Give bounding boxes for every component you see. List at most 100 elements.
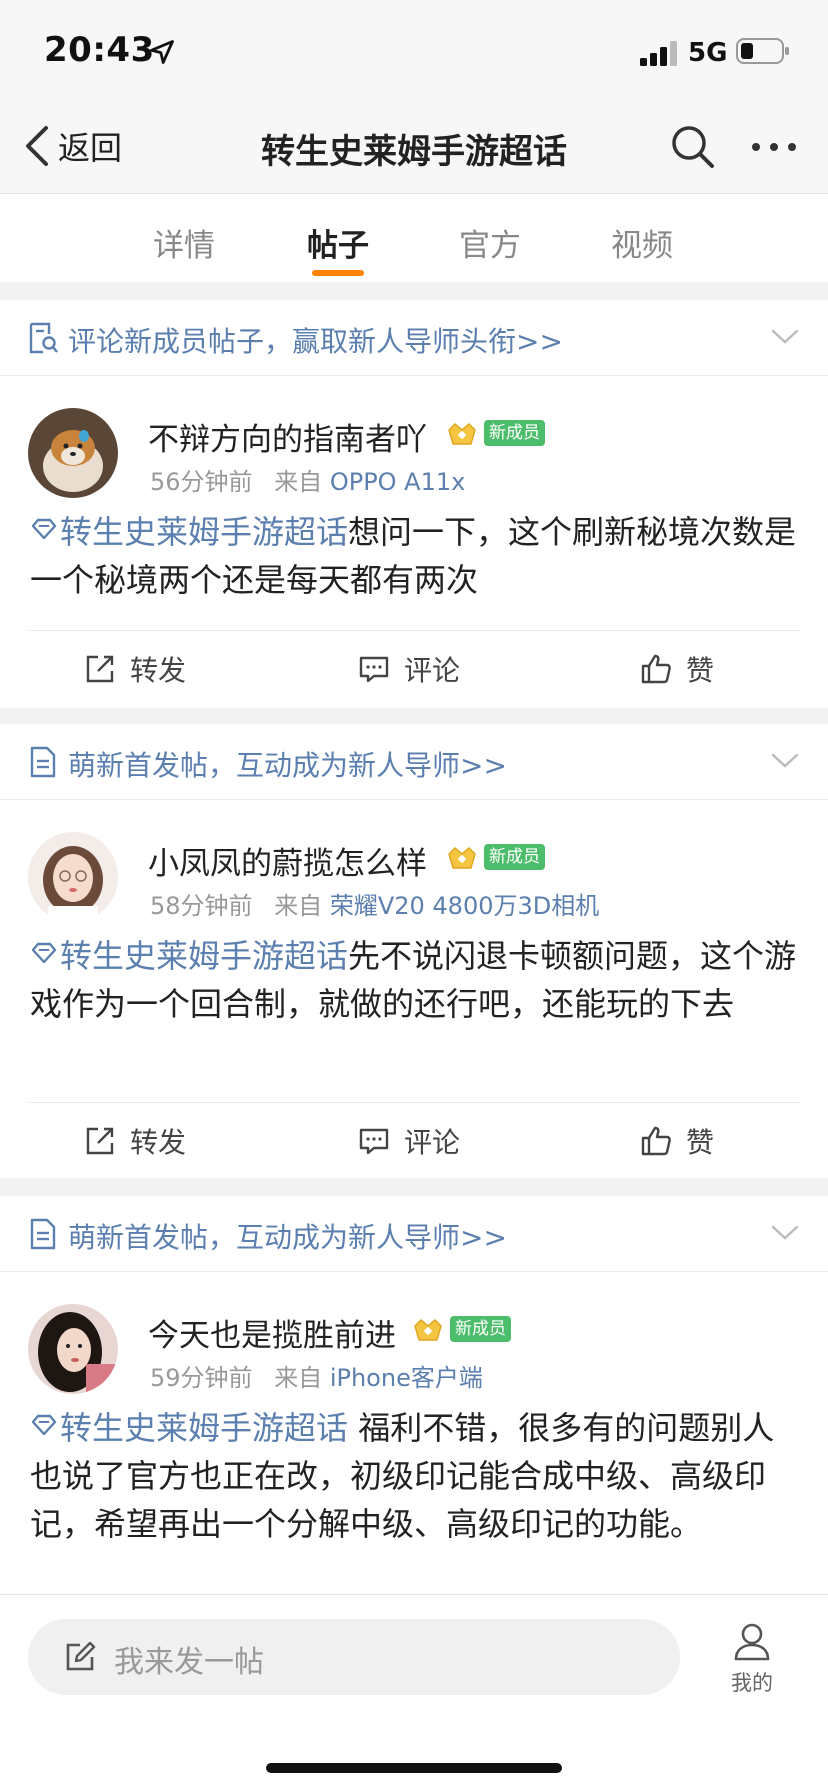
banner-text: 萌新首发帖，互动成为新人导师>> bbox=[68, 1221, 507, 1254]
topic-diamond-icon bbox=[31, 1414, 57, 1436]
new-member-badge: 新成员 bbox=[484, 844, 545, 870]
comment-icon bbox=[359, 656, 389, 683]
post-time: 56分钟前 bbox=[150, 468, 253, 496]
post-banner[interactable]: 萌新首发帖，互动成为新人导师>> bbox=[0, 1196, 828, 1272]
repost-label: 转发 bbox=[130, 1126, 187, 1159]
avatar[interactable] bbox=[28, 1304, 118, 1394]
repost-icon bbox=[86, 655, 114, 683]
tab-bar: 详情 帖子 官方 视频 bbox=[0, 194, 828, 282]
compose-placeholder: 我来发一帖 bbox=[114, 1645, 264, 1680]
compose-post-button[interactable]: 我来发一帖 bbox=[28, 1619, 680, 1695]
network-type: 5G bbox=[688, 38, 728, 68]
topic-name: 转生史莱姆手游超话 bbox=[60, 513, 349, 551]
comment-doc-icon bbox=[29, 322, 58, 354]
avatar[interactable] bbox=[28, 408, 118, 498]
active-tab-indicator bbox=[312, 270, 364, 276]
home-indicator[interactable] bbox=[266, 1763, 562, 1773]
topic-link[interactable]: 转生史莱姆手游超话 bbox=[30, 513, 348, 551]
crown-icon bbox=[448, 422, 476, 445]
topic-name: 转生史莱姆手游超话 bbox=[60, 1409, 349, 1447]
source-prefix: 来自 bbox=[274, 468, 323, 496]
crown-icon bbox=[414, 1318, 442, 1341]
post-content[interactable]: 转生史莱姆手游超话先不说闪退卡顿额问题，这个游戏作为一个回合制，就做的还行吧，还… bbox=[0, 932, 828, 1028]
topic-link[interactable]: 转生史莱姆手游超话 bbox=[30, 1409, 348, 1447]
post-header: 小凤凤的蔚揽怎么样 新成员 58分钟前 来自 荣耀V20 4800万3D相机 bbox=[0, 800, 828, 924]
post-banner[interactable]: 萌新首发帖，互动成为新人导师>> bbox=[0, 724, 828, 800]
chevron-down-icon[interactable] bbox=[770, 748, 800, 772]
post-header: 不辩方向的指南者吖 新成员 56分钟前 来自 OPPO A11x bbox=[0, 376, 828, 500]
post-source[interactable]: iPhone客户端 bbox=[330, 1364, 483, 1392]
comment-icon bbox=[359, 1128, 389, 1155]
thumbs-up-icon bbox=[641, 1126, 671, 1156]
location-arrow-icon bbox=[150, 40, 174, 64]
signal-icon bbox=[640, 41, 677, 66]
user-icon bbox=[734, 1623, 770, 1661]
tab-official[interactable]: 官方 bbox=[440, 220, 540, 265]
girl-avatar-image bbox=[28, 832, 118, 922]
chevron-down-icon[interactable] bbox=[770, 324, 800, 348]
tab-video[interactable]: 视频 bbox=[592, 220, 692, 265]
battery-icon bbox=[736, 38, 789, 64]
post-meta: 56分钟前 来自 OPPO A11x bbox=[150, 462, 465, 497]
edit-icon bbox=[66, 1641, 96, 1671]
post-header: 今天也是揽胜前进 新成员 59分钟前 来自 iPhone客户端 bbox=[0, 1272, 828, 1396]
tab-posts[interactable]: 帖子 bbox=[288, 220, 388, 265]
avatar[interactable] bbox=[28, 832, 118, 922]
more-icon[interactable] bbox=[748, 122, 800, 172]
comment-label: 评论 bbox=[404, 1126, 461, 1159]
topic-diamond-icon bbox=[31, 942, 57, 964]
source-prefix: 来自 bbox=[274, 1364, 323, 1392]
username[interactable]: 小凤凤的蔚揽怎么样 bbox=[148, 838, 427, 883]
like-label: 赞 bbox=[686, 1126, 715, 1159]
post-banner[interactable]: 评论新成员帖子，赢取新人导师头衔>> bbox=[0, 300, 828, 376]
post-time: 58分钟前 bbox=[150, 892, 253, 920]
topic-diamond-icon bbox=[31, 518, 57, 540]
repost-label: 转发 bbox=[130, 654, 187, 687]
thumbs-up-icon bbox=[641, 654, 671, 684]
post-meta: 58分钟前 来自 荣耀V20 4800万3D相机 bbox=[150, 886, 599, 921]
post-content[interactable]: 转生史莱姆手游超话 福利不错，很多有的问题别人也说了官方也正在改，初级印记能合成… bbox=[0, 1404, 828, 1548]
comment-label: 评论 bbox=[404, 654, 461, 687]
post-actions: 转发 评论 赞 bbox=[28, 630, 800, 706]
girl-avatar-image bbox=[28, 1304, 118, 1394]
new-member-badge: 新成员 bbox=[450, 1316, 511, 1342]
banner-text: 萌新首发帖，互动成为新人导师>> bbox=[68, 749, 507, 782]
comment-button[interactable]: 评论 bbox=[358, 1121, 460, 1161]
dog-avatar-image bbox=[28, 408, 118, 498]
status-bar: 20:43 5G bbox=[0, 0, 828, 100]
post-source[interactable]: OPPO A11x bbox=[330, 468, 466, 496]
post-card: 萌新首发帖，互动成为新人导师>> 小凤凤的蔚揽怎么样 新成员 58分钟前 来自 bbox=[0, 724, 828, 1178]
topic-name: 转生史莱姆手游超话 bbox=[60, 937, 349, 975]
tab-details[interactable]: 详情 bbox=[134, 220, 234, 265]
post-card: 评论新成员帖子，赢取新人导师头衔>> 不辩方向的指南者吖 新成员 56分钟前 来… bbox=[0, 300, 828, 708]
like-label: 赞 bbox=[686, 654, 715, 687]
like-button[interactable]: 赞 bbox=[640, 1121, 714, 1161]
repost-button[interactable]: 转发 bbox=[84, 649, 186, 689]
bottom-bar: 我来发一帖 我的 bbox=[0, 1594, 828, 1792]
repost-icon bbox=[86, 1127, 114, 1155]
post-card: 萌新首发帖，互动成为新人导师>> 今天也是揽胜前进 新成员 59分钟前 来自 i… bbox=[0, 1196, 828, 1594]
post-time: 59分钟前 bbox=[150, 1364, 253, 1392]
banner-text: 评论新成员帖子，赢取新人导师头衔>> bbox=[68, 325, 563, 358]
like-button[interactable]: 赞 bbox=[640, 649, 714, 689]
username[interactable]: 不辩方向的指南者吖 bbox=[148, 414, 427, 459]
repost-button[interactable]: 转发 bbox=[84, 1121, 186, 1161]
crown-icon bbox=[448, 846, 476, 869]
source-prefix: 来自 bbox=[274, 892, 323, 920]
post-content[interactable]: 转生史莱姆手游超话想问一下，这个刷新秘境次数是一个秘境两个还是每天都有两次 bbox=[0, 508, 828, 604]
topic-link[interactable]: 转生史莱姆手游超话 bbox=[30, 937, 348, 975]
new-member-badge: 新成员 bbox=[484, 420, 545, 446]
chevron-down-icon[interactable] bbox=[770, 1220, 800, 1244]
document-icon bbox=[30, 1218, 56, 1250]
me-button[interactable]: 我的 bbox=[716, 1621, 788, 1697]
nav-bar: 返回 转生史莱姆手游超话 bbox=[0, 100, 828, 194]
username[interactable]: 今天也是揽胜前进 bbox=[148, 1310, 396, 1355]
me-label: 我的 bbox=[731, 1671, 773, 1695]
document-icon bbox=[30, 746, 56, 778]
search-icon[interactable] bbox=[668, 122, 718, 172]
comment-button[interactable]: 评论 bbox=[358, 649, 460, 689]
post-meta: 59分钟前 来自 iPhone客户端 bbox=[150, 1358, 483, 1393]
post-actions: 转发 评论 赞 bbox=[28, 1102, 800, 1178]
post-source[interactable]: 荣耀V20 4800万3D相机 bbox=[330, 892, 599, 920]
status-time: 20:43 bbox=[44, 30, 155, 70]
